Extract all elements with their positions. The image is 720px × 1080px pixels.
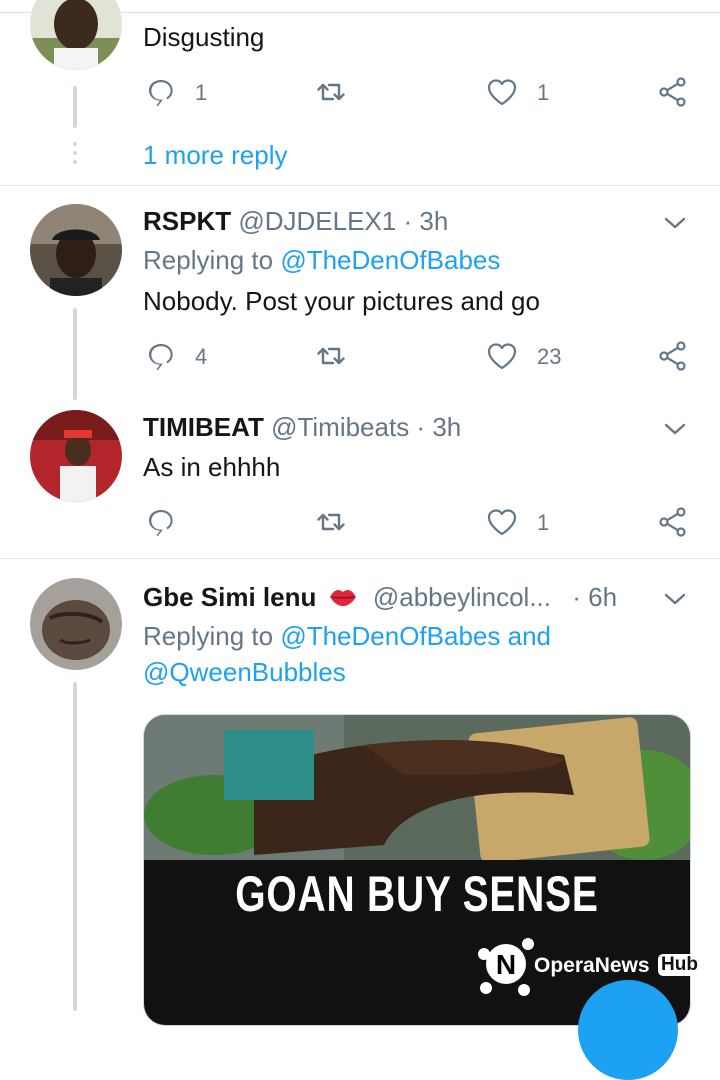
like-count: 23 <box>537 344 562 369</box>
separator <box>0 558 720 559</box>
watermark-badge: Hub <box>658 954 701 976</box>
svg-text:N: N <box>496 949 516 980</box>
display-name[interactable]: Gbe Simi lenu <box>143 582 316 612</box>
separator <box>0 185 720 186</box>
tweet-text: Nobody. Post your pictures and go <box>143 286 540 316</box>
display-name[interactable]: TIMIBEAT <box>143 412 264 442</box>
share-icon[interactable] <box>657 506 689 538</box>
share-icon[interactable] <box>657 340 689 372</box>
retweet-icon[interactable] <box>315 340 347 372</box>
thread-line <box>73 86 77 128</box>
chevron-down-icon[interactable] <box>662 586 688 612</box>
like-count: 1 <box>537 80 550 105</box>
separator-dot: · <box>572 582 581 612</box>
avatar[interactable] <box>30 0 122 70</box>
tweet-header: TIMIBEAT @Timibeats · 3h <box>143 412 461 443</box>
avatar[interactable] <box>30 578 122 670</box>
thread-dots <box>73 142 77 169</box>
tweet-text: Disgusting <box>143 22 265 52</box>
mention-link[interactable]: @QweenBubbles <box>143 657 346 687</box>
retweet-icon[interactable] <box>315 76 347 108</box>
timestamp[interactable]: 3h <box>419 206 448 236</box>
replying-prefix: Replying to <box>143 245 274 275</box>
separator-dot: · <box>416 412 426 442</box>
share-icon[interactable] <box>657 76 689 108</box>
lips-emoji-icon <box>329 589 356 606</box>
replying-prefix: Replying to <box>143 621 274 651</box>
more-replies-link[interactable]: 1 more reply <box>143 140 288 171</box>
tweet-text: As in ehhhh <box>143 452 281 482</box>
like-count: 1 <box>537 510 550 535</box>
tweet-header: RSPKT @DJDELEX1 · 3h <box>143 206 448 237</box>
like-icon[interactable] <box>486 506 518 538</box>
replying-to: Replying to @TheDenOfBabes and @QweenBub… <box>143 618 551 690</box>
compose-fab[interactable] <box>578 980 678 1080</box>
reply-icon[interactable] <box>145 506 177 538</box>
operanews-watermark: N OperaNews Hub <box>476 930 716 998</box>
like-icon[interactable] <box>486 76 518 108</box>
chevron-down-icon[interactable] <box>662 210 688 236</box>
like-icon[interactable] <box>486 340 518 372</box>
chevron-down-icon[interactable] <box>662 416 688 442</box>
timestamp[interactable]: 6h <box>588 582 617 612</box>
replying-to: Replying to @TheDenOfBabes <box>143 242 500 278</box>
mention-link[interactable]: @TheDenOfBabes <box>280 245 500 275</box>
user-handle[interactable]: @DJDELEX1 <box>238 206 396 236</box>
reply-count: 1 <box>195 80 208 105</box>
reply-icon[interactable] <box>145 76 177 108</box>
separator-dot: · <box>403 206 413 236</box>
operanews-logo-icon: N <box>478 938 534 996</box>
user-handle[interactable]: @abbeylincol... <box>373 582 551 612</box>
avatar[interactable] <box>30 410 122 502</box>
mention-link[interactable]: @TheDenOfBabes <box>280 621 500 651</box>
timestamp[interactable]: 3h <box>432 412 461 442</box>
display-name[interactable]: RSPKT <box>143 206 231 236</box>
media-caption: GOAN BUY SENSE <box>235 866 599 922</box>
watermark-brand: OperaNews <box>534 954 650 977</box>
reply-count: 4 <box>195 344 208 369</box>
thread-line <box>73 682 77 1011</box>
thread-line <box>73 308 77 400</box>
user-handle[interactable]: @Timibeats <box>271 412 409 442</box>
conjunction[interactable]: and <box>508 621 551 651</box>
retweet-icon[interactable] <box>315 506 347 538</box>
reply-icon[interactable] <box>145 340 177 372</box>
avatar[interactable] <box>30 204 122 296</box>
tweet-header: Gbe Simi lenu @abbeylincol... · 6h <box>143 582 617 613</box>
